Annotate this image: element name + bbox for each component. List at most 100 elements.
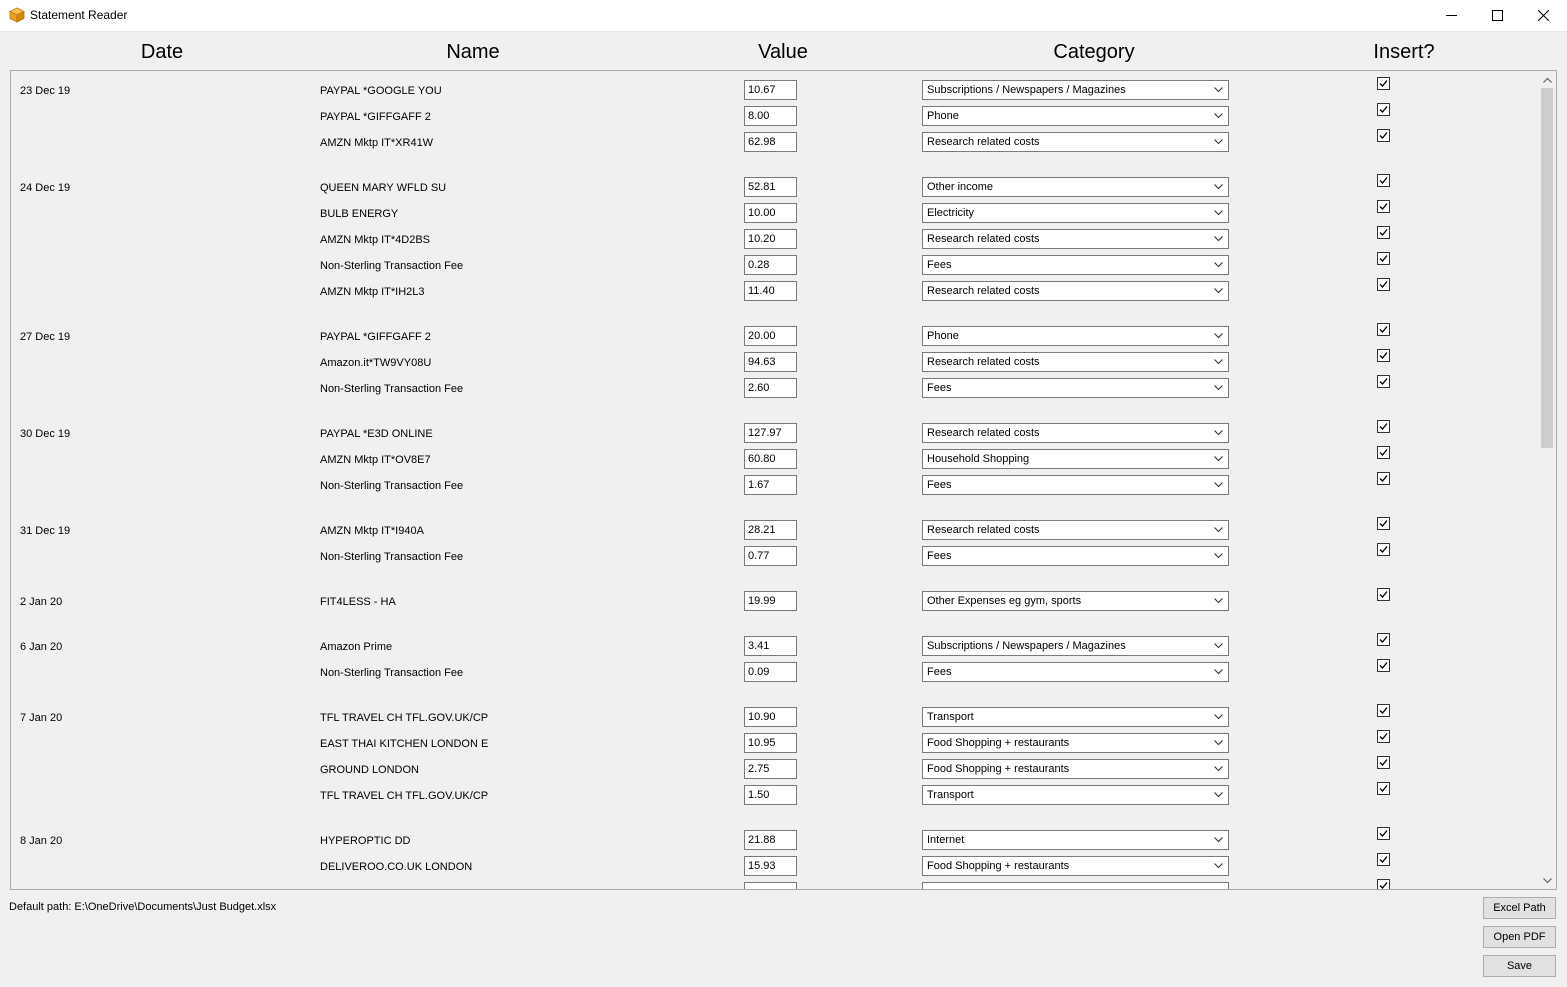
category-value: Electricity [927,207,975,219]
value-input[interactable]: 0.77 [744,546,797,566]
insert-checkbox[interactable] [1377,174,1390,187]
insert-checkbox[interactable] [1377,200,1390,213]
insert-checkbox[interactable] [1377,827,1390,840]
value-input[interactable]: 11.40 [744,281,797,301]
value-input[interactable]: 20.00 [744,326,797,346]
insert-checkbox[interactable] [1377,375,1390,388]
value-input[interactable]: 0.28 [744,255,797,275]
category-select[interactable]: Internet [922,830,1229,850]
insert-checkbox[interactable] [1377,472,1390,485]
value-input[interactable]: 10.67 [744,80,797,100]
category-select[interactable]: Phone [922,326,1229,346]
excel-path-button[interactable]: Excel Path [1483,897,1556,919]
insert-checkbox[interactable] [1377,659,1390,672]
category-select[interactable] [922,882,1229,889]
insert-checkbox[interactable] [1377,278,1390,291]
category-select[interactable]: Fees [922,475,1229,495]
category-select[interactable]: Research related costs [922,229,1229,249]
category-select[interactable]: Electricity [922,203,1229,223]
value-input[interactable]: 19.99 [744,591,797,611]
category-select[interactable]: Research related costs [922,423,1229,443]
category-select[interactable]: Research related costs [922,281,1229,301]
insert-checkbox[interactable] [1377,853,1390,866]
category-select[interactable]: Research related costs [922,520,1229,540]
category-value: Fees [927,259,952,271]
category-select[interactable]: Subscriptions / Newspapers / Magazines [922,636,1229,656]
checkmark-icon [1379,591,1388,598]
category-select[interactable]: Research related costs [922,132,1229,152]
category-select[interactable]: Fees [922,662,1229,682]
category-select[interactable]: Research related costs [922,352,1229,372]
category-select[interactable]: Fees [922,255,1229,275]
insert-checkbox[interactable] [1377,879,1390,889]
category-select[interactable]: Other income [922,177,1229,197]
insert-checkbox[interactable] [1377,756,1390,769]
vertical-scrollbar[interactable] [1539,71,1556,889]
insert-checkbox[interactable] [1377,633,1390,646]
value-input[interactable]: 21.88 [744,830,797,850]
category-select[interactable]: Other Expenses eg gym, sports [922,591,1229,611]
category-select[interactable]: Food Shopping + restaurants [922,733,1229,753]
value-input[interactable]: 10.95 [744,733,797,753]
insert-checkbox[interactable] [1377,420,1390,433]
chevron-down-icon [1214,139,1223,145]
value-input[interactable]: 28.21 [744,520,797,540]
insert-checkbox[interactable] [1377,129,1390,142]
transaction-list[interactable]: 23 Dec 19 PAYPAL *GOOGLE YOU 10.67 Subscrip… [10,70,1557,890]
value-input[interactable]: 127.97 [744,423,797,443]
chevron-down-icon [1214,863,1223,869]
category-select[interactable]: Transport [922,707,1229,727]
value-input[interactable]: 2.60 [744,378,797,398]
scroll-up-button[interactable] [1539,71,1556,88]
value-input[interactable]: 10.90 [744,707,797,727]
value-input[interactable]: 15.93 [744,856,797,876]
value-input[interactable]: 94.63 [744,352,797,372]
category-select[interactable]: Phone [922,106,1229,126]
transaction-name: TFL TRAVEL CH TFL.GOV.UK/CP [320,790,489,802]
close-button[interactable] [1520,0,1566,31]
category-select[interactable]: Fees [922,378,1229,398]
value-input[interactable]: 3.41 [744,636,797,656]
insert-checkbox[interactable] [1377,323,1390,336]
category-select[interactable]: Fees [922,546,1229,566]
row-date: 24 Dec 19 [20,182,71,194]
value-input[interactable]: 2.75 [744,759,797,779]
category-select[interactable]: Household Shopping [922,449,1229,469]
save-button[interactable]: Save [1483,955,1556,977]
insert-checkbox[interactable] [1377,704,1390,717]
category-value: Fees [927,382,952,394]
category-select[interactable]: Food Shopping + restaurants [922,759,1229,779]
transaction-name: EAST THAI KITCHEN LONDON E [320,738,489,750]
category-value: Research related costs [927,427,1040,439]
minimize-button[interactable] [1428,0,1474,31]
value-input[interactable]: 10.20 [744,229,797,249]
insert-checkbox[interactable] [1377,543,1390,556]
maximize-button[interactable] [1474,0,1520,31]
insert-checkbox[interactable] [1377,77,1390,90]
insert-checkbox[interactable] [1377,588,1390,601]
insert-checkbox[interactable] [1377,349,1390,362]
category-select[interactable]: Food Shopping + restaurants [922,856,1229,876]
open-pdf-button[interactable]: Open PDF [1483,926,1556,948]
value-input[interactable]: 0.09 [744,662,797,682]
checkmark-icon [1379,203,1388,210]
insert-checkbox[interactable] [1377,252,1390,265]
value-input[interactable]: 8.00 [744,106,797,126]
insert-checkbox[interactable] [1377,517,1390,530]
scroll-down-button[interactable] [1539,872,1556,889]
insert-checkbox[interactable] [1377,730,1390,743]
value-input[interactable]: 52.81 [744,177,797,197]
insert-checkbox[interactable] [1377,226,1390,239]
value-input[interactable] [744,882,797,889]
insert-checkbox[interactable] [1377,446,1390,459]
value-input[interactable]: 1.50 [744,785,797,805]
value-input[interactable]: 1.67 [744,475,797,495]
category-select[interactable]: Subscriptions / Newspapers / Magazines [922,80,1229,100]
scroll-thumb[interactable] [1541,88,1553,448]
value-input[interactable]: 10.00 [744,203,797,223]
value-input[interactable]: 62.98 [744,132,797,152]
value-input[interactable]: 60.80 [744,449,797,469]
insert-checkbox[interactable] [1377,103,1390,116]
category-select[interactable]: Transport [922,785,1229,805]
insert-checkbox[interactable] [1377,782,1390,795]
